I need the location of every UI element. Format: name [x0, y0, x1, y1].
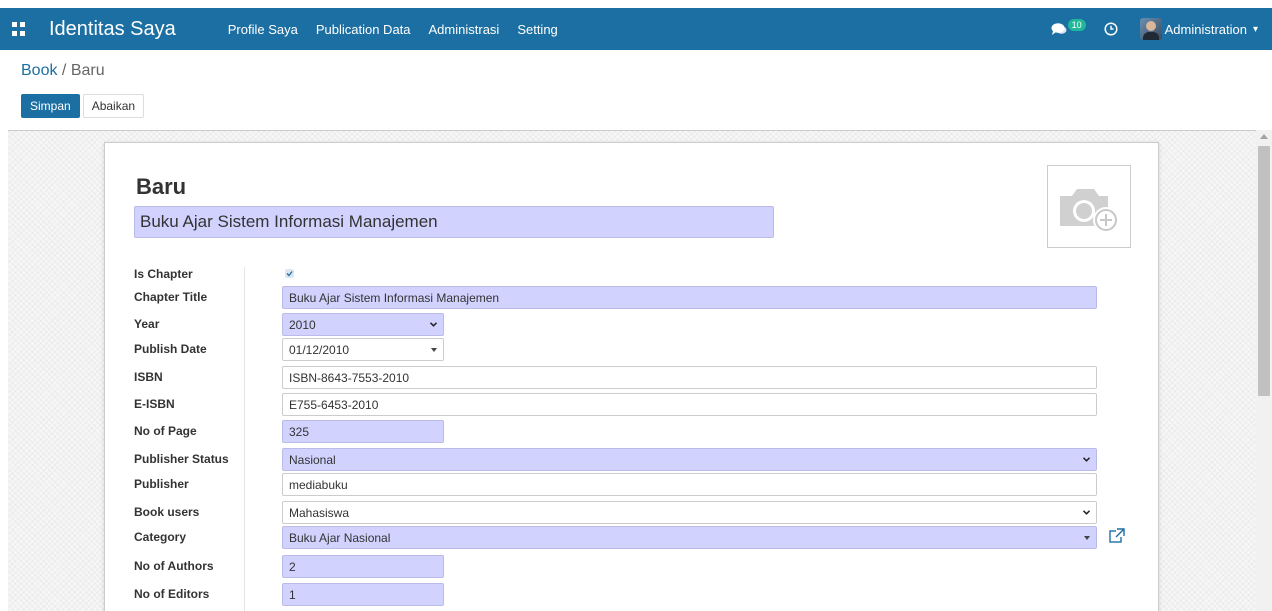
chevron-down-icon [1083, 510, 1090, 515]
publisher-label: Publisher [134, 477, 189, 491]
chapter-title-field[interactable]: Buku Ajar Sistem Informasi Manajemen [282, 286, 1097, 309]
form-row-e-isbn: E-ISBN E755-6453-2010 [134, 393, 1134, 421]
form-actions: Simpan Abaikan [21, 94, 145, 118]
form-row-publisher: Publisher mediabuku [134, 473, 1134, 501]
no-of-authors-label: No of Authors [134, 559, 214, 573]
year-value: 2010 [289, 318, 316, 332]
year-label: Year [134, 317, 160, 331]
no-of-page-label: No of Page [134, 424, 197, 438]
camera-add-icon [1060, 189, 1119, 233]
vertical-scrollbar[interactable] [1256, 130, 1272, 611]
publish-date-value: 01/12/2010 [289, 343, 350, 357]
topbar-systray: 10 Administration ▾ [1051, 8, 1272, 50]
checkmark-icon [286, 271, 293, 277]
breadcrumb-separator: / [57, 62, 71, 79]
menu-item-publication-data[interactable]: Publication Data [316, 22, 411, 37]
form-row-no-of-page: No of Page 325 [134, 420, 1134, 448]
chapter-title-label: Chapter Title [134, 290, 208, 304]
form-row-no-of-editors: No of Editors 1 [134, 583, 1134, 611]
publish-date-label: Publish Date [134, 342, 207, 356]
form-row-chapter-title: Chapter Title Buku Ajar Sistem Informasi… [134, 286, 1134, 314]
category-label: Category [134, 530, 187, 544]
app-title[interactable]: Identitas Saya [49, 18, 176, 41]
menu-item-administrasi[interactable]: Administrasi [429, 22, 500, 37]
external-link-icon[interactable] [1108, 527, 1126, 545]
form-row-category: Category Buku Ajar Nasional [134, 526, 1134, 554]
form-row-publish-date: Publish Date 01/12/2010 [134, 338, 1134, 366]
isbn-label: ISBN [134, 370, 163, 384]
publisher-status-value: Nasional [289, 453, 336, 467]
main-menu: Profile Saya Publication Data Administra… [228, 22, 576, 37]
e-isbn-label: E-ISBN [134, 397, 175, 411]
image-upload[interactable] [1047, 165, 1131, 248]
apps-menu-icon[interactable] [12, 22, 26, 36]
caret-down-icon [1084, 536, 1090, 540]
no-of-editors-field[interactable]: 1 [282, 583, 444, 606]
category-value: Buku Ajar Nasional [289, 531, 391, 545]
e-isbn-field[interactable]: E755-6453-2010 [282, 393, 1097, 416]
message-count-badge: 10 [1067, 19, 1086, 31]
no-of-editors-label: No of Editors [134, 587, 210, 601]
publisher-field[interactable]: mediabuku [282, 473, 1097, 496]
caret-down-icon [431, 348, 437, 352]
avatar [1139, 18, 1162, 40]
category-select[interactable]: Buku Ajar Nasional [282, 526, 1097, 549]
form-sheet: Baru Is Chapter Chapter Title Buku Ajar … [104, 142, 1159, 611]
messages-button[interactable]: 10 [1051, 19, 1086, 36]
book-name-field[interactable] [134, 206, 774, 238]
no-of-authors-field[interactable]: 2 [282, 555, 444, 578]
form-row-no-of-authors: No of Authors 2 [134, 555, 1134, 583]
activity-clock-icon[interactable] [1104, 22, 1118, 36]
user-name: Administration [1164, 21, 1247, 37]
caret-down-icon: ▾ [1252, 23, 1258, 35]
publish-date-picker[interactable]: 01/12/2010 [282, 338, 444, 361]
form-row-isbn: ISBN ISBN-8643-7553-2010 [134, 366, 1134, 394]
breadcrumb: Book / Baru [21, 62, 105, 80]
user-menu[interactable]: Administration ▾ [1139, 18, 1258, 40]
scroll-up-arrow-icon[interactable] [1260, 134, 1268, 139]
scrollbar-thumb[interactable] [1258, 146, 1270, 396]
breadcrumb-parent-book[interactable]: Book [21, 62, 57, 79]
is-chapter-label: Is Chapter [134, 267, 193, 281]
book-users-label: Book users [134, 505, 200, 519]
no-of-page-field[interactable]: 325 [282, 420, 444, 443]
discard-button[interactable]: Abaikan [82, 94, 145, 118]
isbn-field[interactable]: ISBN-8643-7553-2010 [282, 366, 1097, 389]
record-heading: Baru [136, 174, 187, 199]
chevron-down-icon [430, 322, 437, 327]
save-button[interactable]: Simpan [21, 94, 80, 118]
book-users-value: Mahasiswa [289, 506, 350, 520]
book-users-select[interactable]: Mahasiswa [282, 501, 1097, 524]
menu-item-profile-saya[interactable]: Profile Saya [228, 22, 298, 37]
year-select[interactable]: 2010 [282, 313, 444, 336]
menu-item-setting[interactable]: Setting [517, 22, 557, 37]
top-navbar: Identitas Saya Profile Saya Publication … [0, 8, 1272, 50]
chat-icon [1051, 23, 1067, 35]
is-chapter-checkbox[interactable] [285, 269, 294, 278]
publisher-status-label: Publisher Status [134, 452, 229, 466]
publisher-status-select[interactable]: Nasional [282, 448, 1097, 471]
chevron-down-icon [1083, 457, 1090, 462]
breadcrumb-current: Baru [70, 62, 105, 79]
